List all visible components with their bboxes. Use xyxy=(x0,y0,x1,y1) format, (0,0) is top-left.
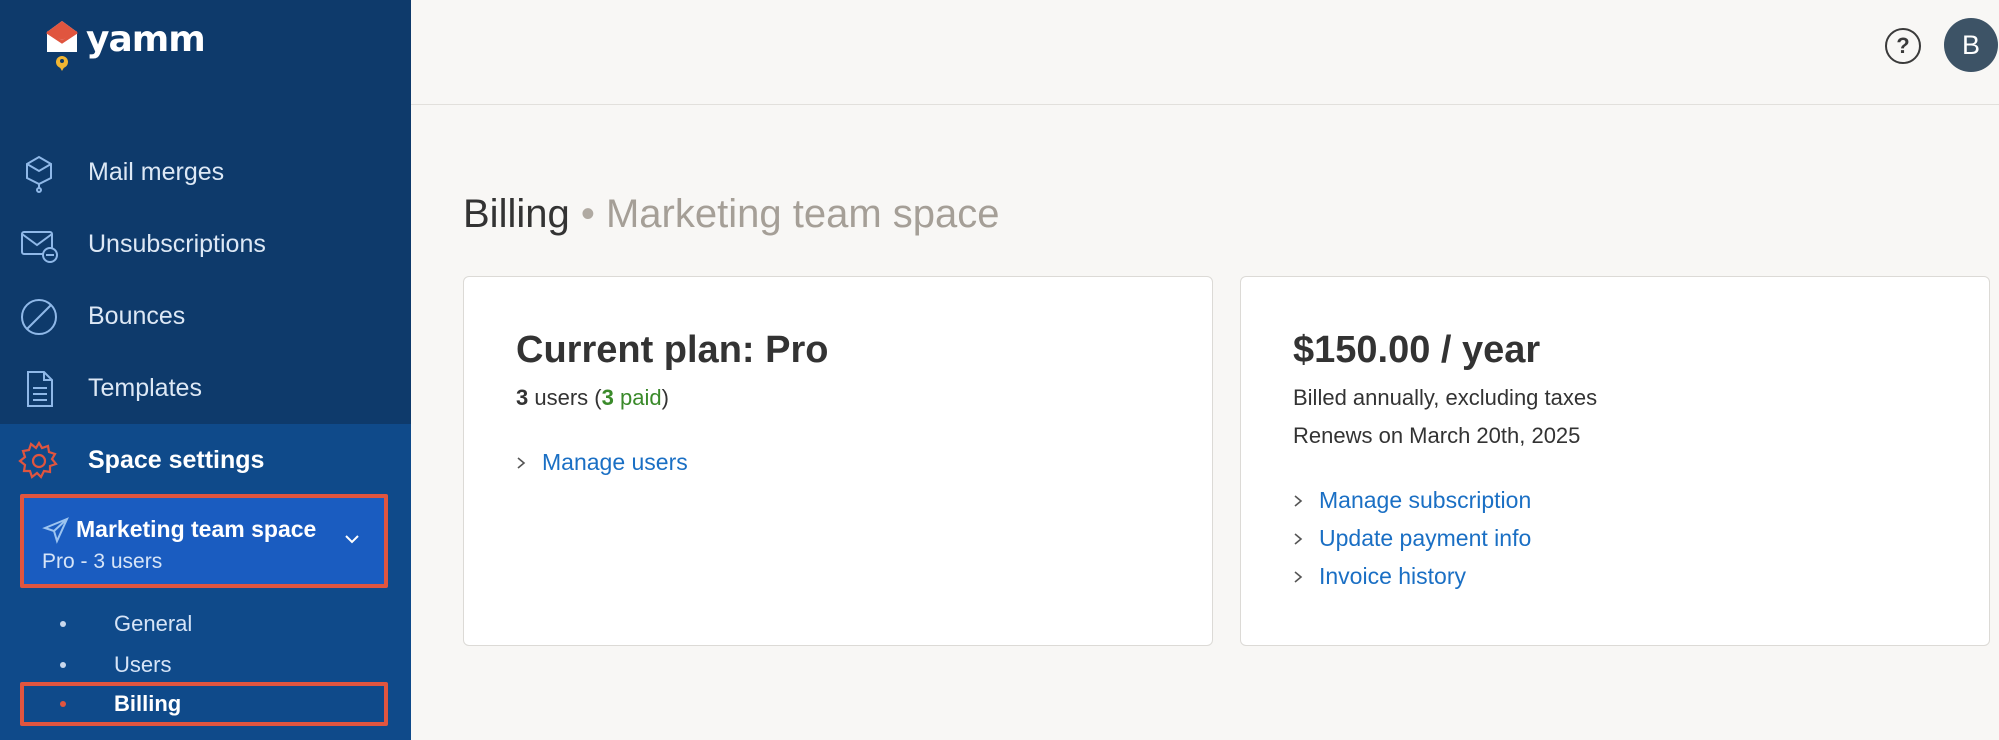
manage-subscription-link[interactable]: Manage subscription xyxy=(1293,487,1531,514)
users-text: users ( xyxy=(534,385,602,410)
sidebar-item-bounces[interactable]: Bounces xyxy=(0,280,411,352)
link-label: Update payment info xyxy=(1319,525,1532,551)
plan-heading: Current plan: Pro xyxy=(516,329,829,371)
link-label: Manage users xyxy=(542,449,688,475)
users-summary: 3 users (3 paid) xyxy=(516,385,669,411)
yamm-logo-icon xyxy=(46,21,78,71)
sidebar-item-label: Templates xyxy=(88,373,202,402)
help-icon: ? xyxy=(1896,33,1910,58)
billing-highlight xyxy=(20,682,388,726)
paid-text: paid xyxy=(620,385,662,410)
subitem-label: General xyxy=(114,611,193,636)
title-separator: • xyxy=(580,192,595,236)
bullet-icon xyxy=(60,621,66,627)
current-plan-card: Current plan: Pro 3 users (3 paid) Manag… xyxy=(463,276,1213,646)
sidebar-item-label: Mail merges xyxy=(88,157,225,186)
update-payment-link[interactable]: Update payment info xyxy=(1293,525,1531,552)
sidebar-item-label: Space settings xyxy=(88,445,265,474)
sidebar-item-unsubscriptions[interactable]: Unsubscriptions xyxy=(0,208,411,280)
space-name: Marketing team space xyxy=(76,516,317,542)
avatar-initial: B xyxy=(1961,29,1980,60)
sidebar-subitem-users[interactable]: Users xyxy=(0,645,411,685)
chevron-down-icon xyxy=(345,535,359,544)
space-selector[interactable]: Marketing team space Pro - 3 users xyxy=(20,494,388,588)
template-icon xyxy=(27,371,53,407)
paid-count: 3 xyxy=(601,385,614,410)
subscription-card: $150.00 / year Billed annually, excludin… xyxy=(1240,276,1990,646)
sidebar-subitem-general[interactable]: General xyxy=(0,604,411,644)
link-label: Manage subscription xyxy=(1319,487,1532,513)
chevron-right-icon xyxy=(1294,494,1303,507)
invoice-history-link[interactable]: Invoice history xyxy=(1293,563,1466,590)
subitem-label: Users xyxy=(114,652,172,677)
space-plan: Pro - 3 users xyxy=(42,550,163,573)
page-title: Billing • Marketing team space xyxy=(463,192,1000,237)
chevron-right-icon xyxy=(1294,532,1303,545)
users-count: 3 xyxy=(516,385,529,410)
page-title-main: Billing xyxy=(463,192,570,236)
page-title-space: Marketing team space xyxy=(605,192,1000,236)
price-heading: $150.00 / year xyxy=(1293,329,1541,371)
billing-note: Billed annually, excluding taxes xyxy=(1293,385,1598,410)
sidebar: yamm Mail merges Unsubscriptions Bounces xyxy=(0,0,411,740)
sidebar-item-space-settings[interactable]: Space settings xyxy=(0,424,411,496)
bullet-icon xyxy=(60,662,66,668)
manage-users-link[interactable]: Manage users xyxy=(516,449,688,476)
paper-plane-icon xyxy=(42,517,69,544)
chevron-right-icon xyxy=(517,456,526,469)
bounce-icon xyxy=(21,299,57,335)
top-bar: ? B xyxy=(411,0,1999,105)
chevron-right-icon xyxy=(1294,570,1303,583)
avatar[interactable]: B xyxy=(1944,18,1998,72)
sidebar-item-mail-merges[interactable]: Mail merges xyxy=(0,136,411,208)
gear-icon xyxy=(18,440,58,479)
sidebar-item-templates[interactable]: Templates xyxy=(0,352,411,424)
close-paren: ) xyxy=(661,385,669,410)
help-button[interactable]: ? xyxy=(1885,28,1921,64)
unsubscribe-icon xyxy=(21,231,58,263)
sidebar-item-label: Bounces xyxy=(88,301,186,330)
logo-text: yamm xyxy=(86,18,206,60)
yamm-logo[interactable]: yamm xyxy=(44,18,206,72)
link-label: Invoice history xyxy=(1319,563,1467,589)
mail-merge-icon xyxy=(26,155,52,193)
sidebar-item-label: Unsubscriptions xyxy=(88,229,266,258)
renewal-date: Renews on March 20th, 2025 xyxy=(1293,423,1581,448)
